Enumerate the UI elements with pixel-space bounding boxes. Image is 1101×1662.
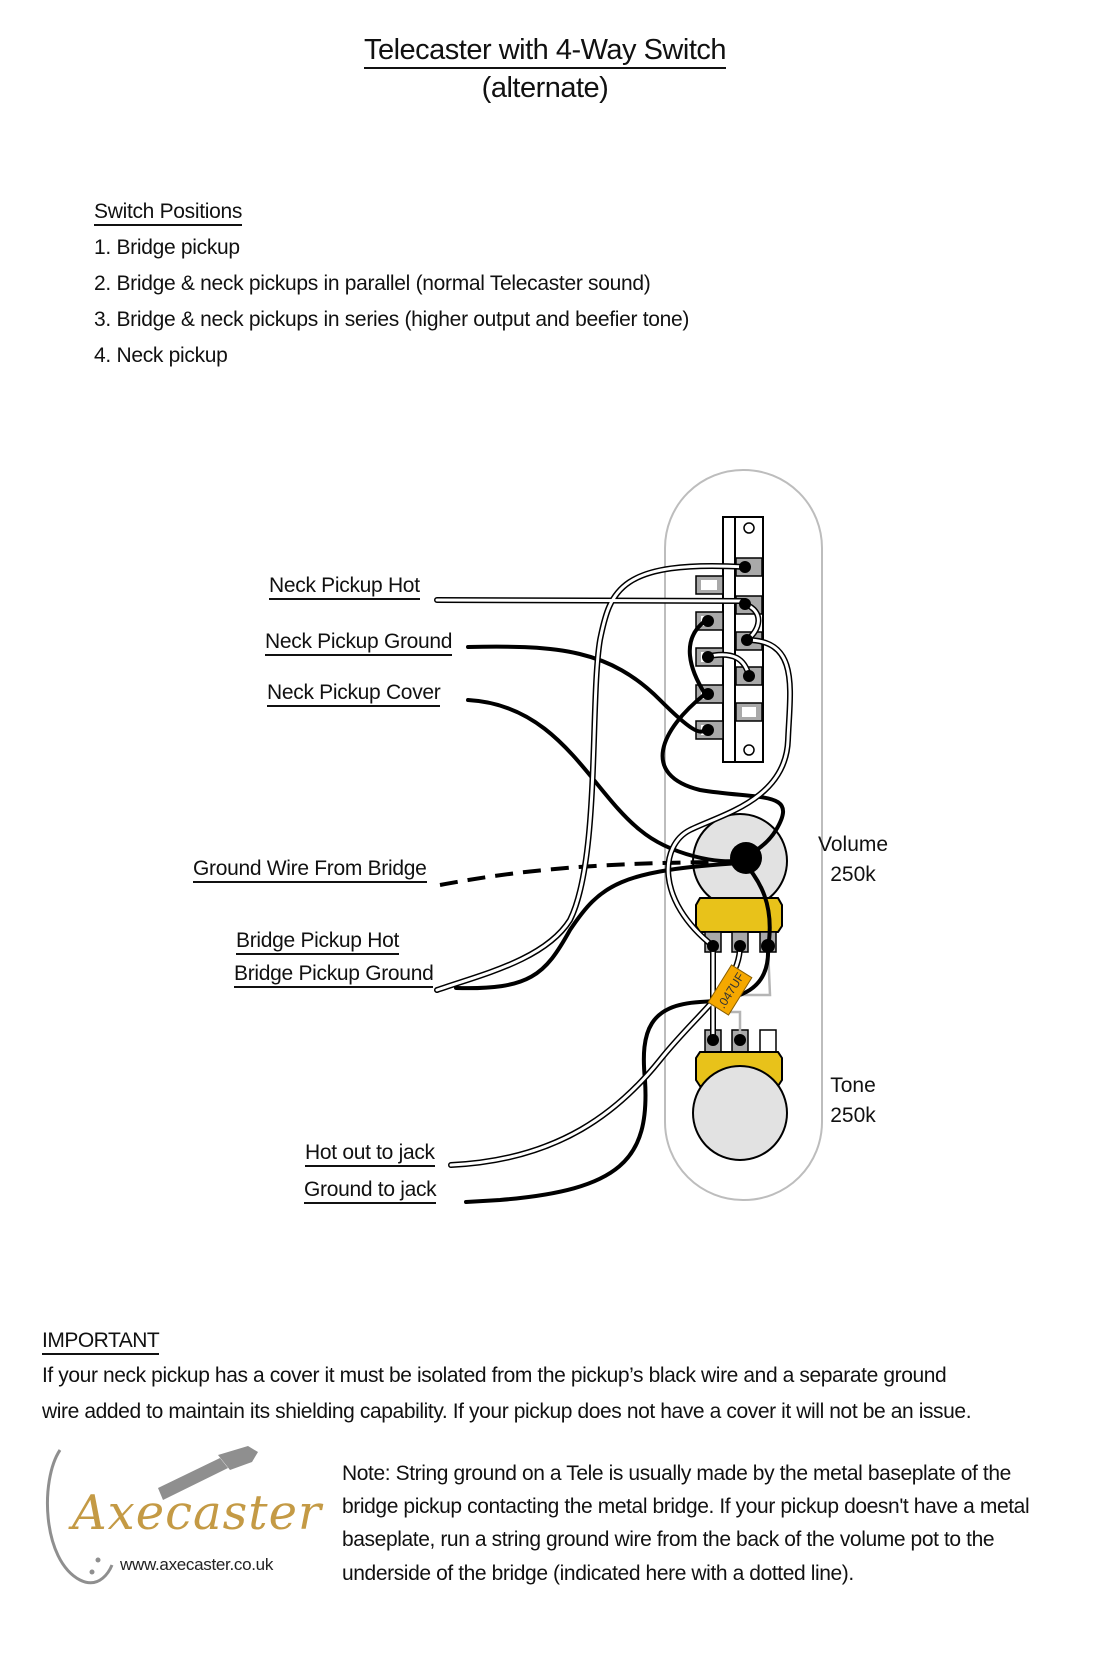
note-text-line: underside of the bridge (indicated here … — [342, 1562, 854, 1585]
label-ground-to-jack: Ground to jack — [304, 1178, 437, 1204]
important-text-line: wire added to maintain its shielding cap… — [42, 1400, 972, 1423]
volume-name: Volume — [818, 833, 889, 856]
volume-solder-blob — [730, 842, 762, 874]
label-hot-out-to-jack: Hot out to jack — [305, 1141, 435, 1167]
note-text-line: baseplate, run a string ground wire from… — [342, 1528, 995, 1551]
label-bridge-pickup-ground: Bridge Pickup Ground — [234, 962, 434, 988]
logo-url[interactable]: www.axecaster.co.uk — [120, 1555, 273, 1575]
volume-value: 250k — [830, 863, 876, 886]
label-ground-wire-from-bridge: Ground Wire From Bridge — [193, 857, 427, 883]
label-neck-pickup-hot: Neck Pickup Hot — [269, 574, 420, 600]
tone-pot — [692, 1029, 788, 1161]
label-bridge-pickup-hot: Bridge Pickup Hot — [236, 929, 399, 955]
volume-label: Volume 250k — [818, 830, 888, 890]
logo-brand: Axecaster — [72, 1485, 322, 1541]
switch-strip — [722, 516, 736, 763]
switch-mount-hole-bottom — [743, 744, 755, 756]
important-text-line: If your neck pickup has a cover it must … — [42, 1364, 947, 1387]
note-text-line: bridge pickup contacting the metal bridg… — [342, 1495, 1030, 1518]
note-text-line: Note: String ground on a Tele is usually… — [342, 1462, 1011, 1485]
tone-label: Tone 250k — [818, 1071, 888, 1131]
tone-value: 250k — [830, 1104, 876, 1127]
important-heading: IMPORTANT — [42, 1329, 160, 1355]
switch-mount-hole-top — [743, 522, 755, 534]
tone-knob — [692, 1065, 788, 1161]
tone-name: Tone — [830, 1074, 876, 1097]
label-neck-pickup-cover: Neck Pickup Cover — [267, 681, 441, 707]
label-neck-pickup-ground: Neck Pickup Ground — [265, 630, 453, 656]
